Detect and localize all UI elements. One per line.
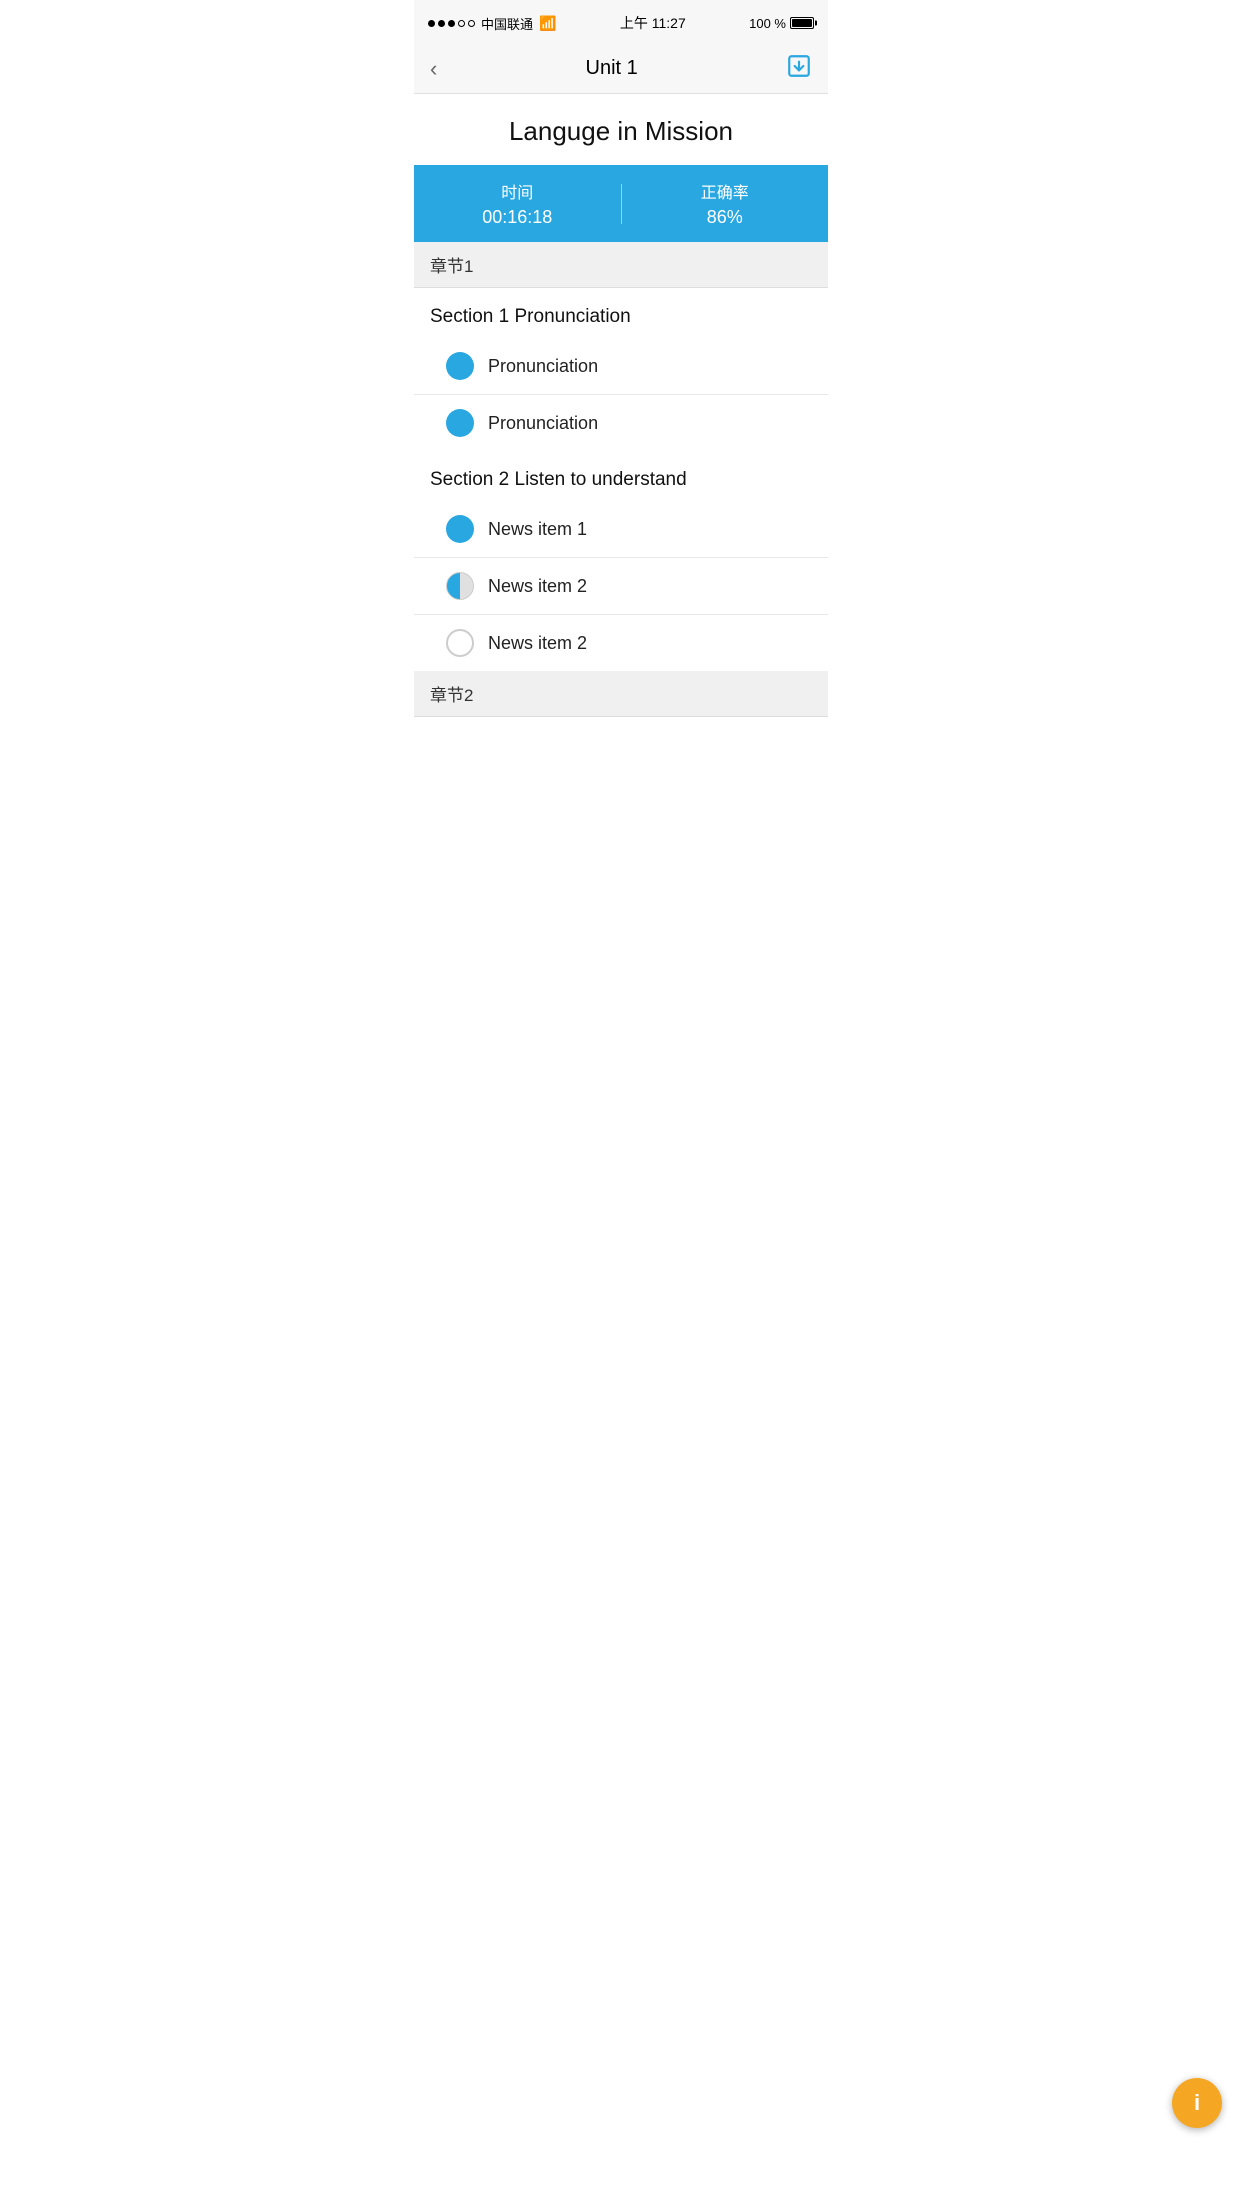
battery-percent: 100 % <box>749 16 786 31</box>
list-item[interactable]: News item 1 <box>414 501 828 558</box>
battery-icon <box>790 17 814 29</box>
dot-3 <box>448 20 455 27</box>
nav-bar: ‹ Unit 1 <box>414 44 828 94</box>
dot-1 <box>428 20 435 27</box>
list-item[interactable]: Pronunciation <box>414 395 828 451</box>
time-label: 时间 <box>414 179 621 203</box>
signal-dots <box>428 20 475 27</box>
info-fab-button[interactable]: i <box>1172 2078 1222 2128</box>
status-right: 100 % <box>749 16 814 31</box>
accuracy-label: 正确率 <box>622 179 829 203</box>
list-item[interactable]: News item 2 <box>414 615 828 671</box>
item-label: Pronunciation <box>488 356 598 377</box>
accuracy-value: 86% <box>622 207 829 228</box>
dot-4 <box>458 20 465 27</box>
progress-icon-full <box>446 409 474 437</box>
status-bar: 中国联通 📶 上午 11:27 100 % <box>414 0 828 44</box>
chapter-header-1: 章节1 <box>414 242 828 288</box>
download-button[interactable] <box>786 53 812 85</box>
list-item[interactable]: News item 2 <box>414 558 828 615</box>
item-label: News item 2 <box>488 576 587 597</box>
section-title-2-1: Section 1 Pronunciation <box>414 717 828 736</box>
status-time: 上午 11:27 <box>620 13 686 33</box>
progress-icon-half <box>446 572 474 600</box>
time-stat: 时间 00:16:18 <box>414 179 621 228</box>
chapter-header-2: 章节2 <box>414 671 828 717</box>
main-content: Languge in Mission 时间 00:16:18 正确率 86% 章… <box>414 94 828 736</box>
stats-banner: 时间 00:16:18 正确率 86% <box>414 165 828 242</box>
item-label: News item 1 <box>488 519 587 540</box>
progress-icon-full <box>446 352 474 380</box>
nav-title: Unit 1 <box>586 57 638 80</box>
info-icon: i <box>1194 2090 1200 2116</box>
progress-icon-empty <box>446 629 474 657</box>
carrier-label: 中国联通 <box>481 14 533 33</box>
section-title-1-1: Section 1 Pronunciation <box>414 288 828 338</box>
item-label: Pronunciation <box>488 413 598 434</box>
dot-5 <box>468 20 475 27</box>
back-button[interactable]: ‹ <box>430 56 437 82</box>
item-label: News item 2 <box>488 633 587 654</box>
progress-icon-full <box>446 515 474 543</box>
section-1-1-items: Pronunciation Pronunciation <box>414 338 828 451</box>
section-1-2-items: News item 1 News item 2 News item 2 <box>414 501 828 671</box>
page-title: Languge in Mission <box>414 94 828 165</box>
battery-fill <box>792 19 812 27</box>
section-title-1-2: Section 2 Listen to understand <box>414 451 828 501</box>
wifi-icon: 📶 <box>539 15 556 32</box>
time-value: 00:16:18 <box>414 207 621 228</box>
status-left: 中国联通 📶 <box>428 14 556 33</box>
accuracy-stat: 正确率 86% <box>622 179 829 228</box>
dot-2 <box>438 20 445 27</box>
list-item[interactable]: Pronunciation <box>414 338 828 395</box>
